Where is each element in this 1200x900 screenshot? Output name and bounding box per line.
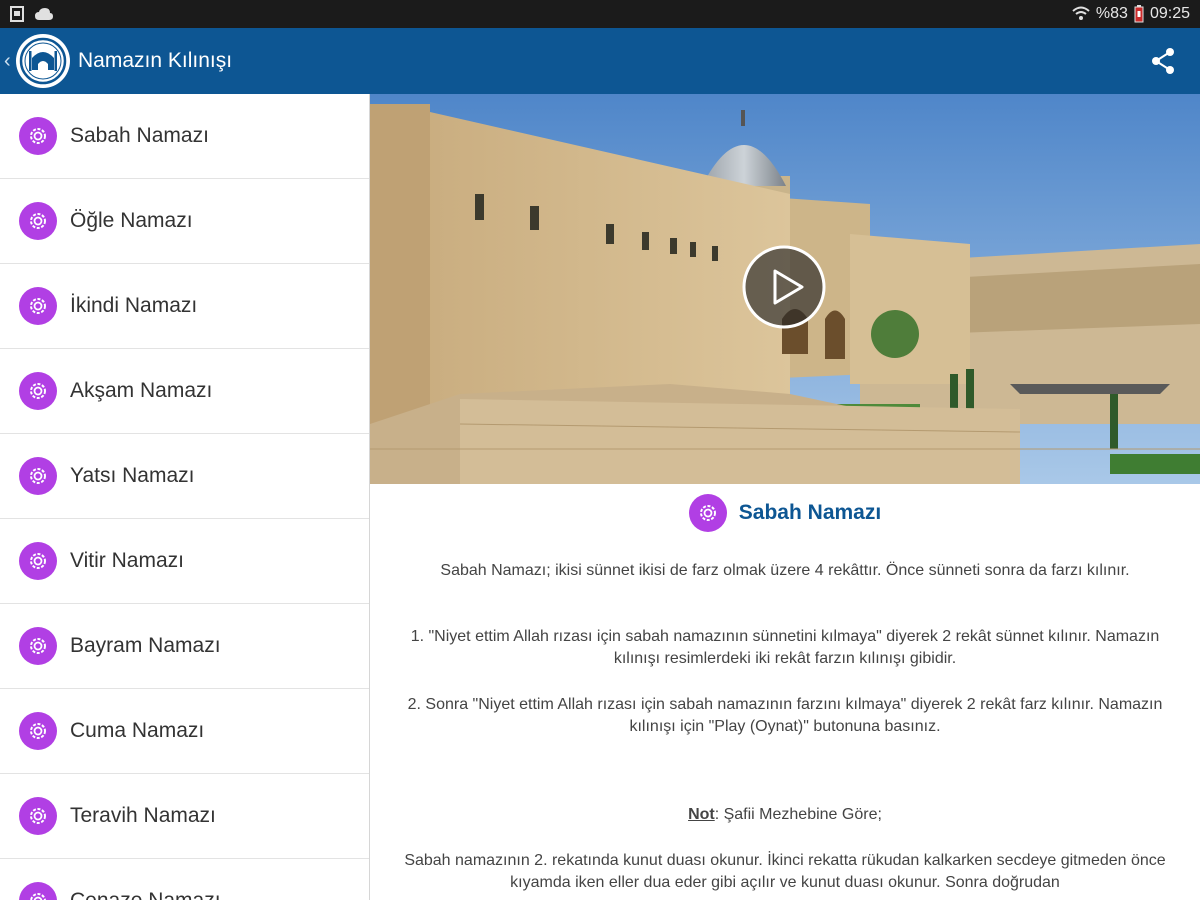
flower-icon — [19, 542, 57, 580]
flower-icon — [19, 457, 57, 495]
detail-header: Sabah Namazı — [370, 494, 1200, 532]
flower-icon — [19, 627, 57, 665]
detail-paragraph-step2: 2. Sonra "Niyet ettim Allah rızası için … — [407, 696, 1163, 735]
note-text: : Şafii Mezhebine Göre; — [714, 806, 882, 823]
status-time: 09:25 — [1149, 5, 1190, 22]
app-bar: ‹ Namazın Kılınışı — [0, 28, 1200, 94]
detail-paragraph-note: Sabah namazının 2. rekatında kunut duası… — [404, 852, 1166, 891]
play-button[interactable] — [742, 245, 826, 329]
flower-icon — [19, 202, 57, 240]
status-right: %83 09:25 — [1072, 5, 1200, 23]
gallery-notification-icon — [10, 6, 24, 22]
sidebar-item-aksam[interactable]: Akşam Namazı — [0, 349, 369, 434]
flower-icon — [19, 117, 57, 155]
detail-title: Sabah Namazı — [738, 501, 882, 524]
sidebar-item-ogle[interactable]: Öğle Namazı — [0, 179, 369, 264]
sidebar-item-cenaze[interactable]: Cenaze Namazı — [0, 859, 369, 900]
sidebar-item-label: İkindi Namazı — [70, 294, 198, 317]
status-bar: %83 09:25 — [0, 0, 1200, 28]
battery-icon — [1134, 5, 1144, 23]
sidebar-item-label: Teravih Namazı — [70, 804, 216, 827]
sidebar-item-ikindi[interactable]: İkindi Namazı — [0, 264, 369, 349]
app-title: Namazın Kılınışı — [78, 49, 233, 72]
wifi-icon — [1072, 6, 1090, 20]
detail-panel: Sabah Namazı Sabah Namazı; ikisi sünnet … — [370, 94, 1200, 900]
sidebar-item-label: Yatsı Namazı — [70, 464, 195, 487]
sidebar-item-label: Cuma Namazı — [70, 719, 205, 742]
cloud-notification-icon — [35, 8, 53, 20]
sidebar-item-label: Akşam Namazı — [70, 379, 213, 402]
sidebar-item-label: Sabah Namazı — [70, 124, 209, 147]
sidebar-item-sabah[interactable]: Sabah Namazı — [0, 94, 369, 179]
status-left — [0, 6, 54, 22]
detail-note: Not: Şafii Mezhebine Göre; — [400, 804, 1170, 826]
mosque-logo-icon[interactable] — [16, 34, 70, 88]
sidebar-item-bayram[interactable]: Bayram Namazı — [0, 604, 369, 689]
sidebar-item-yatsi[interactable]: Yatsı Namazı — [0, 434, 369, 519]
flower-icon — [19, 287, 57, 325]
sidebar-item-vitir[interactable]: Vitir Namazı — [0, 519, 369, 604]
note-label: Not — [688, 806, 715, 823]
detail-paragraph-step1: 1. "Niyet ettim Allah rızası için sabah … — [410, 628, 1160, 667]
flower-icon — [19, 882, 57, 900]
flower-icon — [688, 494, 727, 532]
sidebar-item-label: Vitir Namazı — [70, 549, 184, 572]
sidebar-item-label: Öğle Namazı — [70, 209, 193, 232]
prayer-list-sidebar: Sabah Namazı Öğle Namazı İkindi Namazı A… — [0, 94, 370, 900]
sidebar-item-label: Bayram Namazı — [70, 634, 221, 657]
sidebar-item-teravih[interactable]: Teravih Namazı — [0, 774, 369, 859]
share-icon[interactable] — [1148, 46, 1178, 76]
flower-icon — [19, 712, 57, 750]
flower-icon — [19, 372, 57, 410]
detail-paragraph-intro: Sabah Namazı; ikisi sünnet ikisi de farz… — [440, 562, 1130, 579]
sidebar-item-cuma[interactable]: Cuma Namazı — [0, 689, 369, 774]
sidebar-item-label: Cenaze Namazı — [70, 889, 221, 900]
back-chevron-icon[interactable]: ‹ — [4, 50, 14, 73]
battery-percent: %83 — [1095, 5, 1128, 22]
flower-icon — [19, 797, 57, 835]
